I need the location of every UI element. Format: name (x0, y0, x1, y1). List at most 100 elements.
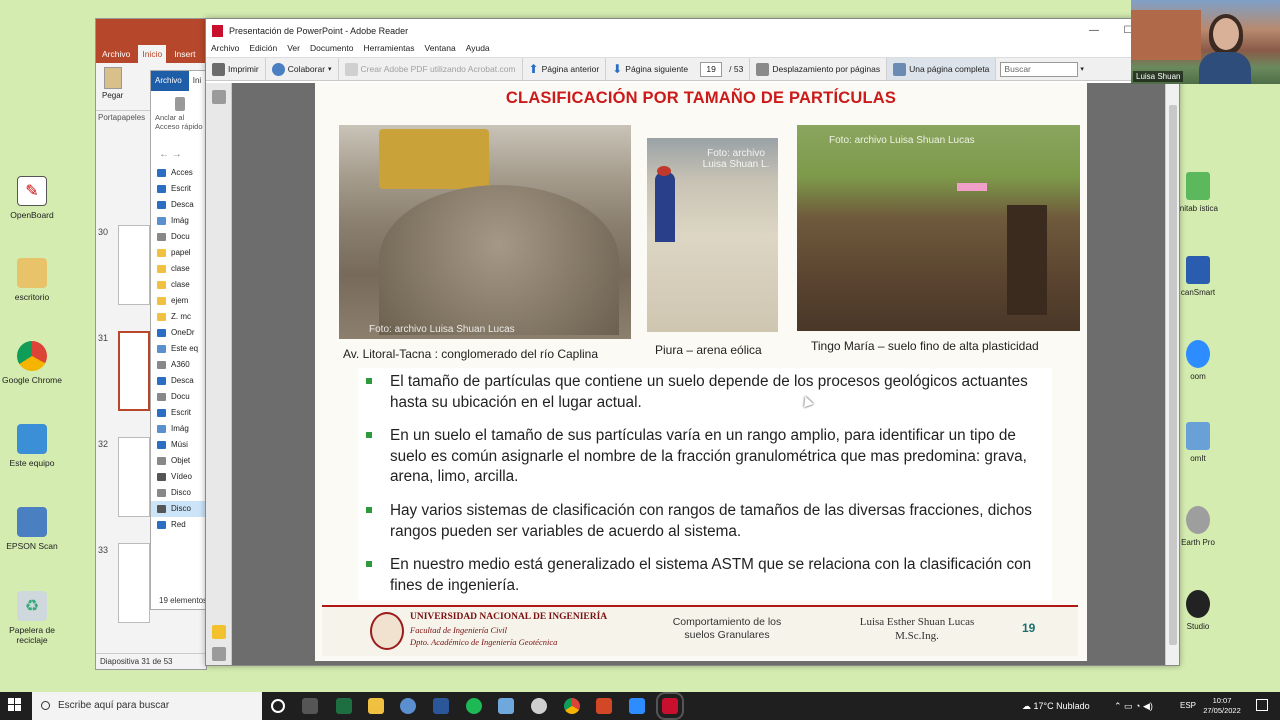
cloud-icon: ☁ (1022, 701, 1034, 711)
chrome-icon[interactable] (564, 698, 580, 714)
tray-icons[interactable]: ⌃ ▭ ◔ ◀) (1114, 692, 1153, 720)
scroll-mode-button[interactable]: Desplazamiento por páginas (750, 58, 888, 80)
desktop-icon-recycle-bin[interactable]: ♻ Papelera de reciclaje (0, 591, 67, 645)
menu-ayuda[interactable]: Ayuda (466, 43, 490, 57)
desktop-icon-chrome[interactable]: Google Chrome (0, 341, 67, 385)
print-button[interactable]: Imprimir (206, 58, 266, 80)
minimize-button[interactable]: — (1077, 19, 1111, 43)
slide-thumbnail[interactable] (118, 225, 150, 305)
desktop-icon-label: Este equipo (9, 458, 55, 468)
app-icon[interactable] (531, 698, 547, 714)
explorer-nav-item[interactable]: OneDr (151, 325, 207, 341)
earth-icon (1186, 506, 1210, 534)
nav-arrows[interactable]: ← → (151, 145, 207, 165)
explorer-nav-item[interactable]: clase (151, 277, 207, 293)
collaborate-button[interactable]: Colaborar ▾ (266, 58, 339, 80)
explorer-nav-item[interactable]: Acces (151, 165, 207, 181)
slide-thumbnail[interactable] (118, 543, 150, 623)
explorer-nav-item[interactable]: Docu (151, 389, 207, 405)
app-icon[interactable] (498, 698, 514, 714)
full-page-button[interactable]: Una página completa (887, 58, 997, 80)
explorer-nav-item[interactable]: Escrit (151, 405, 207, 421)
desktop-icon-epson-scan[interactable]: EPSON Scan (0, 507, 67, 551)
explorer-nav-item[interactable]: Objet (151, 453, 207, 469)
explorer-nav-item[interactable]: Imág (151, 421, 207, 437)
zoom-icon[interactable] (629, 698, 645, 714)
vertical-scrollbar[interactable] (1165, 83, 1179, 665)
document-canvas[interactable]: CLASIFICACIÓN POR TAMAÑO DE PARTÍCULAS F… (232, 83, 1165, 665)
excel-icon[interactable] (336, 698, 352, 714)
explorer-nav-item[interactable]: Este eq (151, 341, 207, 357)
explorer-tab-archivo[interactable]: Archivo (151, 71, 186, 91)
ppt-tab-archivo[interactable]: Archivo (102, 45, 130, 63)
taskbar: Escribe aquí para buscar ☁ 17°C Nublado … (0, 692, 1280, 720)
explorer-nav-item[interactable]: clase (151, 261, 207, 277)
explorer-nav-item[interactable]: A360 (151, 357, 207, 373)
comment-icon[interactable] (212, 625, 226, 639)
spotify-icon[interactable] (466, 698, 482, 714)
photo-caption: Piura – arena eólica (655, 343, 762, 357)
slide-thumbnail[interactable] (118, 437, 150, 517)
explorer-nav-item[interactable]: Músi (151, 437, 207, 453)
menu-archivo[interactable]: Archivo (211, 43, 239, 57)
notifications-icon[interactable] (1256, 699, 1268, 711)
explorer-nav-item[interactable]: Z. mc (151, 309, 207, 325)
pin-icon[interactable] (175, 97, 185, 111)
ppt-tab-inicio[interactable]: Inicio (138, 45, 167, 63)
explorer-nav-item[interactable]: papel (151, 245, 207, 261)
explorer-nav-item[interactable]: Desca (151, 197, 207, 213)
desktop-icon-escritorio[interactable]: escritorio (0, 258, 67, 302)
explorer-tab-inicio[interactable]: Ini (188, 71, 206, 91)
menu-herramientas[interactable]: Herramientas (363, 43, 414, 57)
adobe-reader-window[interactable]: Presentación de PowerPoint - Adobe Reade… (205, 18, 1180, 666)
weather-widget[interactable]: ☁ 17°C Nublado (1022, 692, 1090, 720)
pink-object (957, 183, 987, 191)
search-input[interactable]: Buscar (1000, 61, 1079, 77)
menu-ver[interactable]: Ver (287, 43, 300, 57)
page-number-input[interactable]: 19 (700, 61, 723, 77)
explorer-nav-item[interactable]: Disco (151, 485, 207, 501)
file-explorer-window[interactable]: Archivo Ini Anclar al Acceso rápido ← → … (150, 70, 208, 610)
folder-icon (157, 329, 166, 337)
explorer-nav-item[interactable]: Imág (151, 213, 207, 229)
attachment-icon[interactable] (212, 647, 226, 661)
windows-start-button[interactable] (8, 698, 22, 712)
ppt-tab-insertar[interactable]: Insert (174, 45, 195, 63)
desktop-icon-este-equipo[interactable]: Este equipo (0, 424, 67, 468)
clock[interactable]: 10:07 27/05/2022 (1200, 696, 1244, 716)
menu-documento[interactable]: Documento (310, 43, 353, 57)
search-dropdown-icon[interactable]: ▾ (1080, 65, 1084, 73)
adobe-reader-icon[interactable] (656, 692, 684, 720)
app-icon (1186, 422, 1210, 450)
reader-titlebar: Presentación de PowerPoint - Adobe Reade… (206, 19, 1179, 43)
cortana-icon[interactable] (271, 699, 285, 713)
excavator-shape (379, 129, 489, 189)
create-pdf-button[interactable]: Crear Adobe PDF utilizando Acrobat.com (339, 58, 523, 80)
menu-edicion[interactable]: Edición (249, 43, 277, 57)
app-icon[interactable] (400, 698, 416, 714)
scrollbar-thumb[interactable] (1169, 105, 1177, 645)
file-explorer-icon[interactable] (368, 698, 384, 714)
task-view-icon[interactable] (302, 698, 318, 714)
slide-thumbnail-selected[interactable] (118, 331, 150, 411)
ppt-group-label: Portapapeles (98, 113, 146, 122)
computer-icon (17, 424, 47, 454)
explorer-nav-item[interactable]: ejem (151, 293, 207, 309)
paste-icon[interactable] (104, 67, 122, 89)
desktop-icon-label: OpenBoard (10, 210, 54, 220)
explorer-nav-item[interactable]: Desca (151, 373, 207, 389)
next-page-button[interactable]: ⬇ Página siguiente (606, 58, 694, 80)
explorer-nav-item[interactable]: Docu (151, 229, 207, 245)
menu-ventana[interactable]: Ventana (425, 43, 456, 57)
explorer-nav-item[interactable]: Disco (151, 501, 207, 517)
powerpoint-icon[interactable] (596, 698, 612, 714)
explorer-nav-item[interactable]: Vídeo (151, 469, 207, 485)
pages-panel-icon[interactable] (211, 90, 226, 104)
language-indicator[interactable]: ESP (1180, 692, 1196, 720)
prev-page-button[interactable]: ⬆ Página anterior (523, 58, 607, 80)
explorer-nav-item[interactable]: Red (151, 517, 207, 533)
desktop-icon-openboard[interactable]: ✎ OpenBoard (0, 176, 67, 220)
explorer-nav-item[interactable]: Escrit (151, 181, 207, 197)
taskbar-search-box[interactable]: Escribe aquí para buscar (32, 692, 262, 720)
word-icon[interactable] (433, 698, 449, 714)
